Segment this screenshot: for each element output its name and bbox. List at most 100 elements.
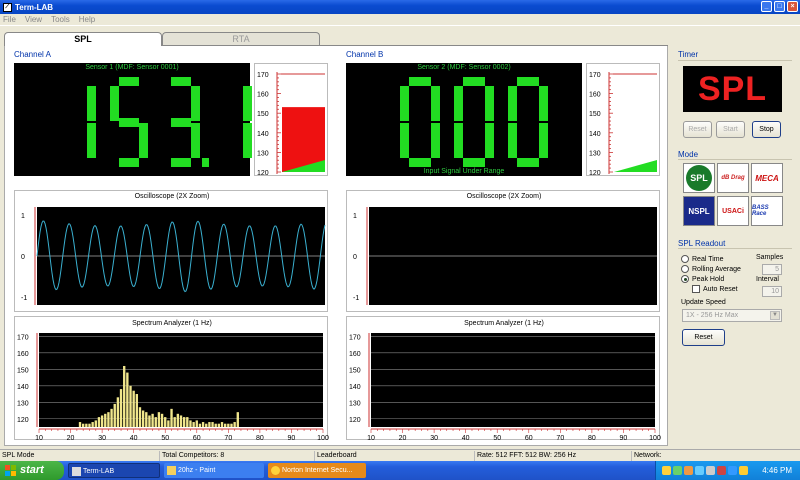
menu-file[interactable]: File: [3, 15, 16, 24]
channel-a-spectrum-bar: [201, 422, 205, 427]
minimize-button[interactable]: _: [761, 1, 772, 12]
channel-b-status: Input Signal Under Range: [423, 168, 505, 175]
maximize-button[interactable]: □: [774, 1, 785, 12]
tray-volume-icon[interactable]: [706, 466, 715, 475]
taskbar-item-paint[interactable]: 20hz - Paint: [164, 463, 264, 478]
auto-reset-label: Auto Reset: [703, 285, 738, 293]
channel-a-spectrum-bar: [179, 415, 183, 427]
taskbar: start Term-LAB 20hz - Paint Norton Inter…: [0, 461, 800, 480]
meca-mode-icon[interactable]: MECA: [751, 163, 783, 193]
channel-a-scope-tick-label: -1: [21, 295, 27, 302]
channel-a-spectrum-y-tick-label: 150: [17, 367, 29, 374]
menu-view[interactable]: View: [25, 15, 42, 24]
bass-race-mode-icon[interactable]: BASS Race: [751, 196, 783, 226]
channel-a-label: Channel A: [14, 50, 51, 59]
channel-b-level-gauge: 170 160 150 140 130 120: [586, 63, 660, 177]
digit-segment: [119, 158, 139, 167]
digit-segment: [517, 158, 539, 167]
channel-a-spectrum-bar: [208, 422, 211, 427]
channel-b-spectrum-y-tick-label: 170: [349, 334, 361, 341]
digit-segment: [191, 123, 200, 158]
readout-reset-button[interactable]: Reset: [682, 329, 725, 346]
menu-tools[interactable]: Tools: [51, 15, 70, 24]
decimal-point: [202, 158, 209, 167]
taskbar-item-norton-label: Norton Internet Secu...: [282, 467, 353, 474]
channel-a-spectrum-bar: [189, 420, 192, 427]
channel-a-spectrum-bar: [94, 420, 97, 427]
digit-segment: [508, 86, 517, 121]
start-button[interactable]: start: [0, 461, 64, 480]
channel-a-spectrum-bar: [195, 420, 198, 427]
tray-bluetooth-icon[interactable]: [728, 466, 737, 475]
digit-segment: [431, 86, 440, 121]
channel-a-spectrum-bar: [151, 413, 154, 427]
taskbar-clock: 4:46 PM: [762, 466, 792, 475]
samples-field[interactable]: 5: [762, 264, 782, 275]
channel-a-spectrum-x-tick-label: 10: [35, 435, 43, 441]
tray-alert-icon[interactable]: [684, 466, 693, 475]
start-label: start: [20, 464, 44, 476]
tray-network-icon[interactable]: [695, 466, 704, 475]
tray-security-icon[interactable]: [739, 466, 748, 475]
channel-a-spectrum-bar: [110, 408, 113, 427]
rolling-average-radio[interactable]: Rolling Average: [681, 265, 741, 273]
nspl-mode-icon[interactable]: NSPL: [683, 196, 715, 226]
channel-a-spectrum-bar: [119, 389, 123, 427]
channel-a-spectrum-bar: [220, 422, 224, 427]
taskbar-item-termlab[interactable]: Term-LAB: [68, 463, 160, 478]
channel-a-gauge-tick-label: 150: [257, 111, 269, 118]
digit-segment: [191, 86, 200, 121]
spl-mode-icon[interactable]: SPL: [683, 163, 715, 193]
peak-hold-radio[interactable]: Peak Hold: [681, 275, 724, 283]
channel-b-gauge-tick-label: 120: [589, 170, 601, 177]
channel-a-spectrum-bar: [141, 410, 145, 427]
status-network: Network:: [634, 452, 662, 459]
digit-segment: [431, 123, 440, 158]
channel-b-spectrum-y-tick-label: 130: [349, 400, 361, 407]
channel-a-spectrum-bar: [233, 422, 236, 427]
interval-field[interactable]: 10: [762, 286, 782, 297]
tab-rta[interactable]: RTA: [162, 32, 320, 45]
tray-shield-icon[interactable]: [673, 466, 682, 475]
channel-b-spectrum-x-tick-label: 70: [556, 435, 564, 441]
peak-hold-radio-dot: [681, 275, 689, 283]
channel-b-gauge-tick-label: 150: [589, 111, 601, 118]
timer-stop-button[interactable]: Stop: [752, 121, 781, 138]
real-time-radio[interactable]: Real Time: [681, 255, 724, 263]
digit-segment: [463, 158, 485, 167]
tray-app-icon[interactable]: [717, 466, 726, 475]
update-speed-select[interactable]: 1X - 256 Hz Max ▼: [682, 309, 782, 322]
taskbar-item-norton[interactable]: Norton Internet Secu...: [268, 463, 366, 478]
db-drag-mode-icon[interactable]: dB Drag: [717, 163, 749, 193]
timer-start-button[interactable]: Start: [716, 121, 745, 138]
channel-b-spectrum-analyzer: Spectrum Analyzer (1 Hz) 170 160 150 140 130…: [346, 316, 661, 441]
auto-reset-checkbox[interactable]: Auto Reset: [692, 285, 738, 293]
channel-a-gauge-tick-label: 120: [257, 170, 269, 177]
channel-a-spectrum-x-tick-label: 40: [130, 435, 138, 441]
digit-segment: [400, 123, 409, 158]
channel-b-scope-tick-label: 0: [353, 254, 357, 261]
channel-a-scope-tick-label: 0: [21, 254, 25, 261]
channel-b-spectrum-y-tick-label: 160: [349, 351, 361, 358]
channel-a-spectrum-bar: [182, 417, 186, 427]
channel-a-spectrum-bar: [160, 413, 164, 427]
tray-norton-icon[interactable]: [662, 466, 671, 475]
channel-a-spectrum-analyzer: Spectrum Analyzer (1 Hz) 170 160 150 140 130…: [14, 316, 329, 441]
channel-b-spectrum-plot: [371, 333, 655, 427]
channel-a-spectrum-bar: [107, 412, 110, 427]
channel-a-spectrum-x-tick-label: 60: [193, 435, 201, 441]
channel-a-spectrum-bar: [148, 415, 151, 427]
digit-segment: [539, 123, 548, 158]
digit-segment: [171, 117, 191, 127]
digit-segment: [119, 117, 139, 127]
digit-segment: [139, 123, 148, 158]
mode-label: Mode: [678, 150, 699, 159]
channel-a-spectrum-bar: [100, 415, 104, 427]
channel-b-gauge-tick-label: 140: [589, 131, 601, 138]
termlab-task-icon: [72, 467, 81, 476]
close-button[interactable]: ×: [787, 1, 798, 12]
tab-spl[interactable]: SPL: [4, 32, 162, 46]
usaci-mode-icon[interactable]: USACi: [717, 196, 749, 226]
timer-reset-button[interactable]: Reset: [683, 121, 712, 138]
menu-help[interactable]: Help: [79, 15, 95, 24]
